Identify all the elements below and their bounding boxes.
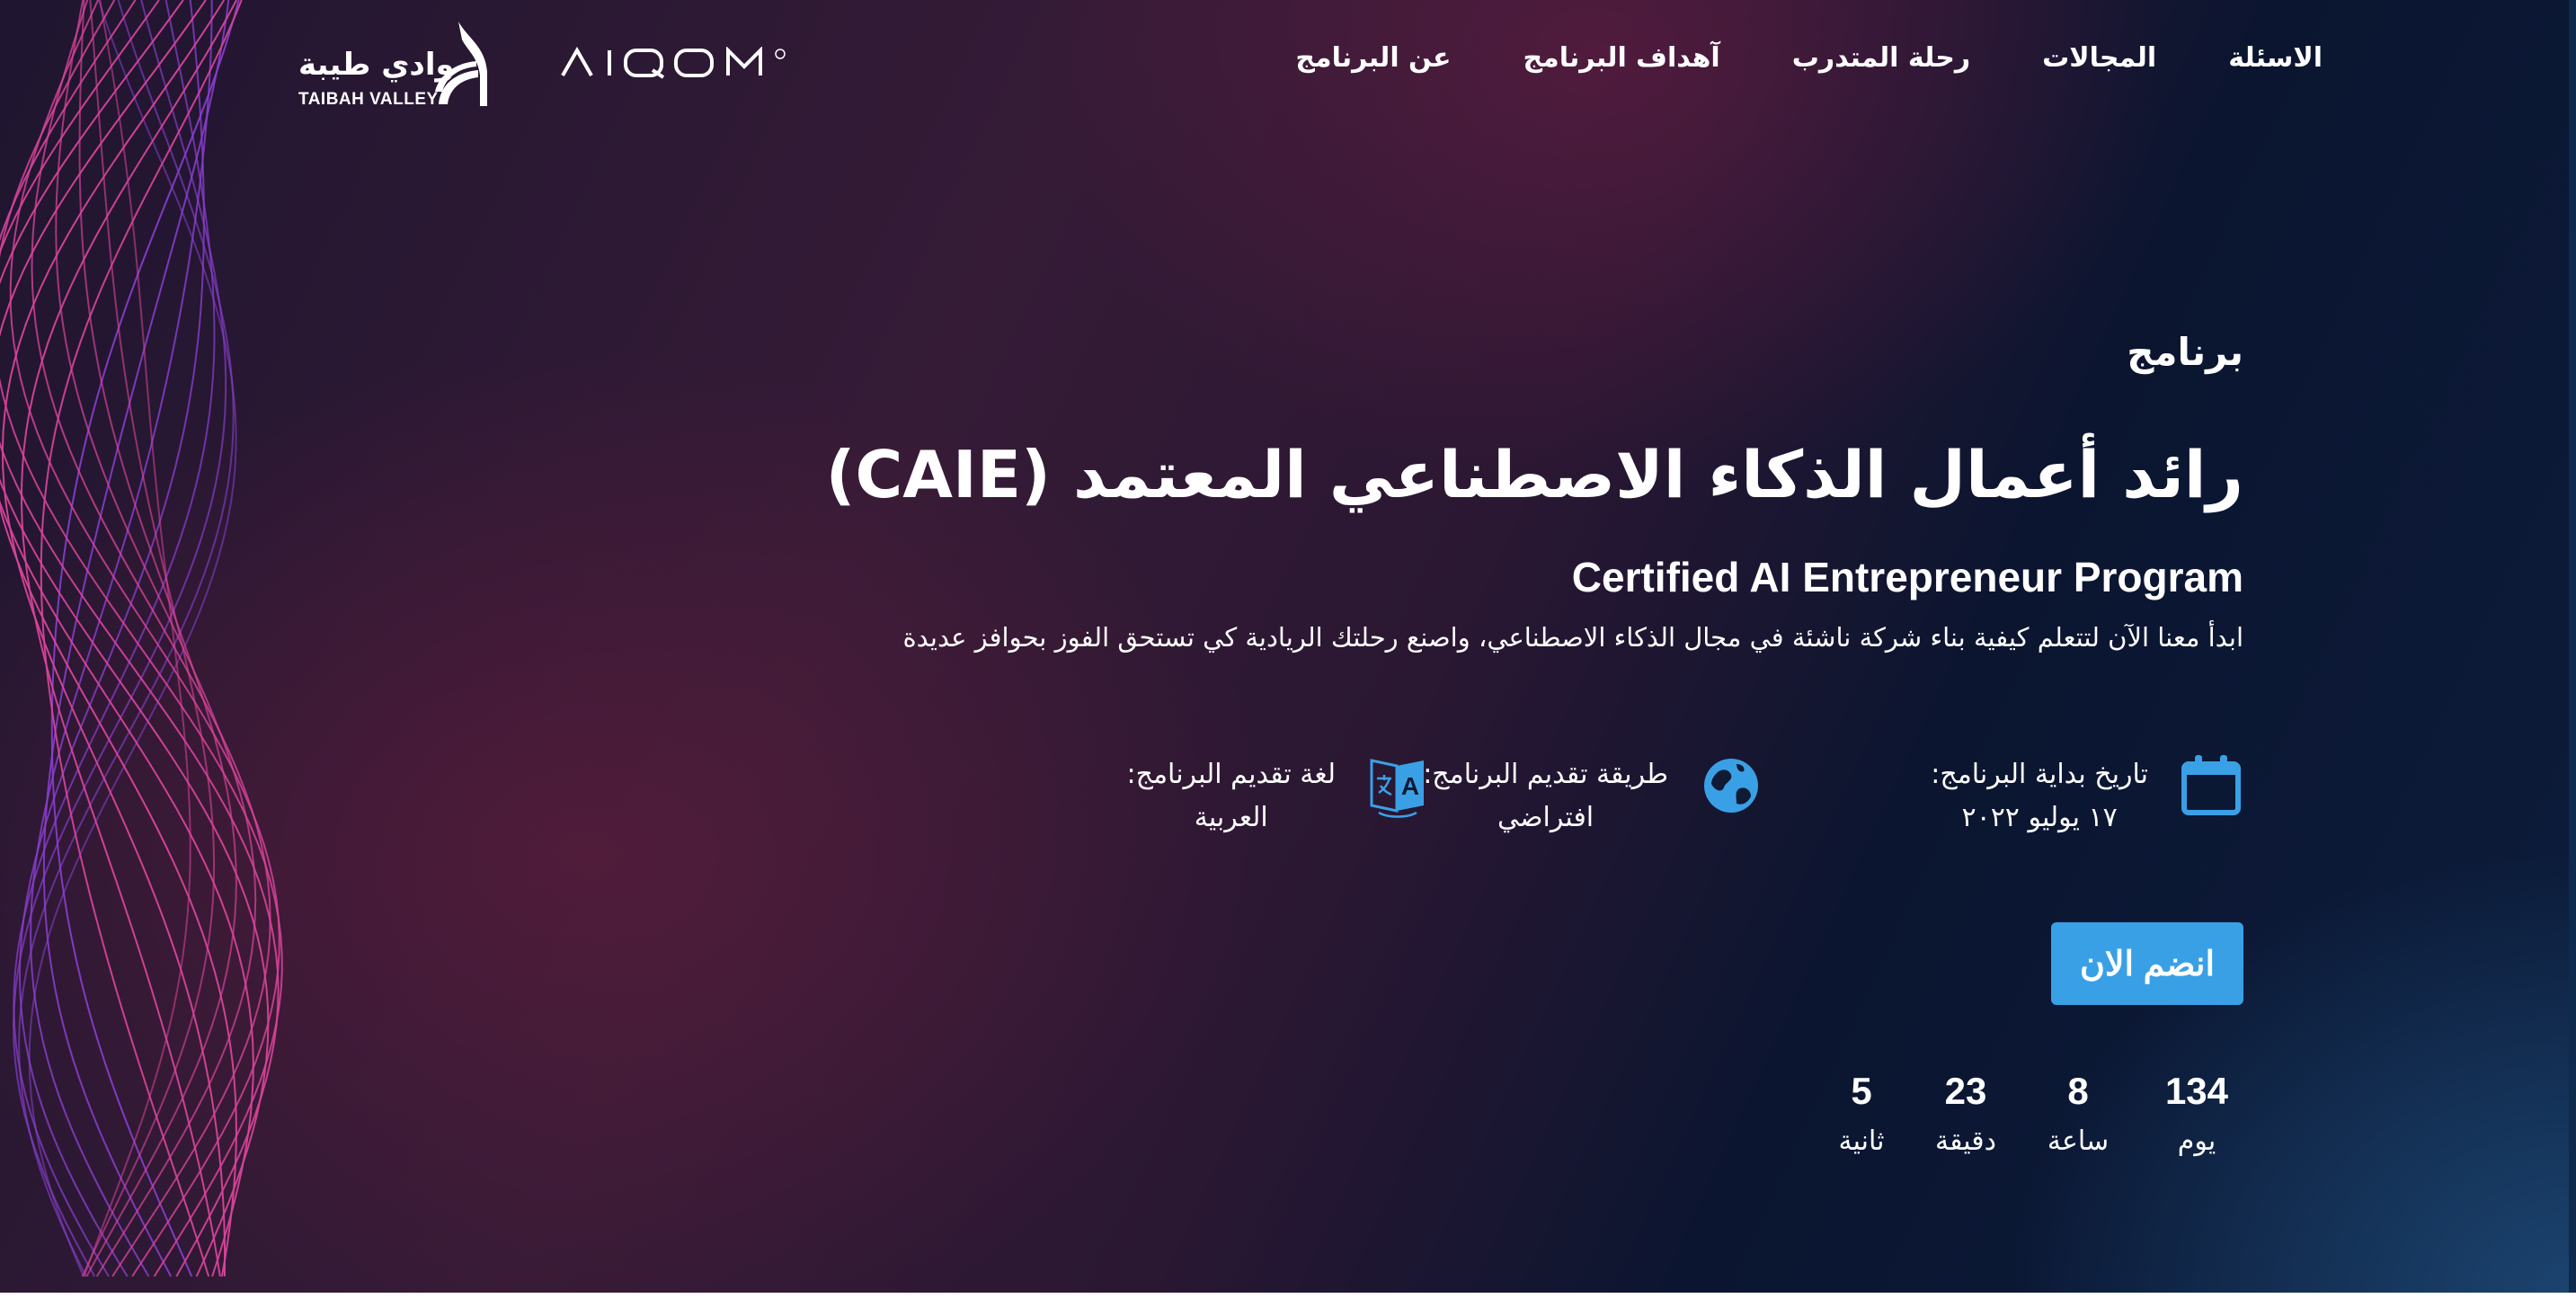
wave-line	[0, 0, 280, 1277]
wave-lines-decoration	[0, 0, 283, 1277]
hero-kicker: برنامج	[2127, 330, 2243, 374]
nav-journey[interactable]: رحلة المتدرب	[1792, 25, 1970, 92]
countdown-minutes-value: 23	[1944, 1070, 1987, 1112]
start-date-label: تاريخ بداية البرنامج:	[1931, 759, 2148, 790]
language-value: العربية	[1194, 802, 1268, 833]
start-date-info: تاريخ بداية البرنامج: ١٧ يوليو ٢٠٢٢	[1931, 753, 2243, 840]
vertical-scrollbar[interactable]	[2569, 0, 2576, 1293]
countdown-seconds-label: ثانية	[1838, 1125, 1885, 1157]
countdown-seconds-value: 5	[1851, 1070, 1872, 1112]
svg-text:A: A	[1401, 772, 1419, 800]
countdown-seconds: 5 ثانية	[1794, 1066, 1929, 1163]
countdown-days-label: يوم	[2177, 1125, 2216, 1157]
countdown-hours-label: ساعة	[2047, 1125, 2110, 1157]
hero-content: برنامج رائد أعمال الذكاء الاصطناعي المعت…	[715, 324, 2243, 656]
countdown-minutes: 23 دقيقة	[1929, 1066, 2003, 1163]
aiqom-logo[interactable]	[559, 46, 791, 83]
page-title: رائد أعمال الذكاء الاصطناعي المعتمد (CAI…	[825, 437, 2243, 512]
hero-subtitle: Certified AI Entrepreneur Program	[1571, 554, 2243, 600]
countdown-days: 134 يوم	[2154, 1066, 2240, 1163]
start-date-value: ١٧ يوليو ٢٠٢٢	[1961, 802, 2118, 833]
wave-line	[28, 0, 237, 1277]
join-now-button[interactable]: انضم الان	[2051, 922, 2243, 1005]
countdown-timer: 134 يوم 8 ساعة 23 دقيقة 5 ثانية	[1794, 1066, 2240, 1163]
wave-line	[42, 0, 230, 1277]
delivery-method-info: طريقة تقديم البرنامج: افتراضي	[1423, 753, 1763, 840]
taibah-logo-english: TAIBAH VALLEY	[298, 90, 439, 109]
taibah-valley-emblem-icon	[435, 22, 487, 106]
nav-faq[interactable]: الاسئلة	[2228, 25, 2323, 92]
countdown-hours: 8 ساعة	[2003, 1066, 2154, 1163]
delivery-method-value: افتراضي	[1497, 802, 1594, 833]
language-info: A لغة تقديم البرنامج: العربية	[1127, 753, 1431, 840]
wave-line	[78, 0, 237, 1277]
aiqom-logo-mark	[561, 46, 786, 79]
language-label: لغة تقديم البرنامج:	[1126, 759, 1336, 790]
countdown-minutes-label: دقيقة	[1934, 1125, 1996, 1157]
delivery-method-label: طريقة تقديم البرنامج:	[1423, 759, 1668, 790]
countdown-days-value: 134	[2164, 1070, 2229, 1112]
globe-icon	[1704, 759, 1758, 813]
taibah-valley-logo[interactable]: وادي طيبة TAIBAH VALLEY	[297, 20, 494, 113]
nav-fields[interactable]: المجالات	[2042, 25, 2156, 92]
countdown-hours-value: 8	[2067, 1070, 2089, 1112]
wave-line	[40, 0, 243, 1277]
nav-about[interactable]: عن البرنامج	[1295, 25, 1451, 92]
calendar-icon	[2181, 755, 2241, 815]
wave-line	[55, 0, 257, 1277]
nav-goals[interactable]: آهداف البرنامج	[1523, 25, 1720, 92]
wave-line	[9, 0, 280, 1277]
hero-section: وادي طيبة TAIBAH VALLEY عن البرنامج آهدا…	[0, 0, 2576, 1293]
translate-icon: A	[1370, 759, 1424, 818]
main-nav: عن البرنامج آهداف البرنامج رحلة المتدرب …	[1295, 25, 2323, 92]
hero-description: ابدأ معنا الآن لتتعلم كيفية بناء شركة نا…	[902, 622, 2243, 653]
